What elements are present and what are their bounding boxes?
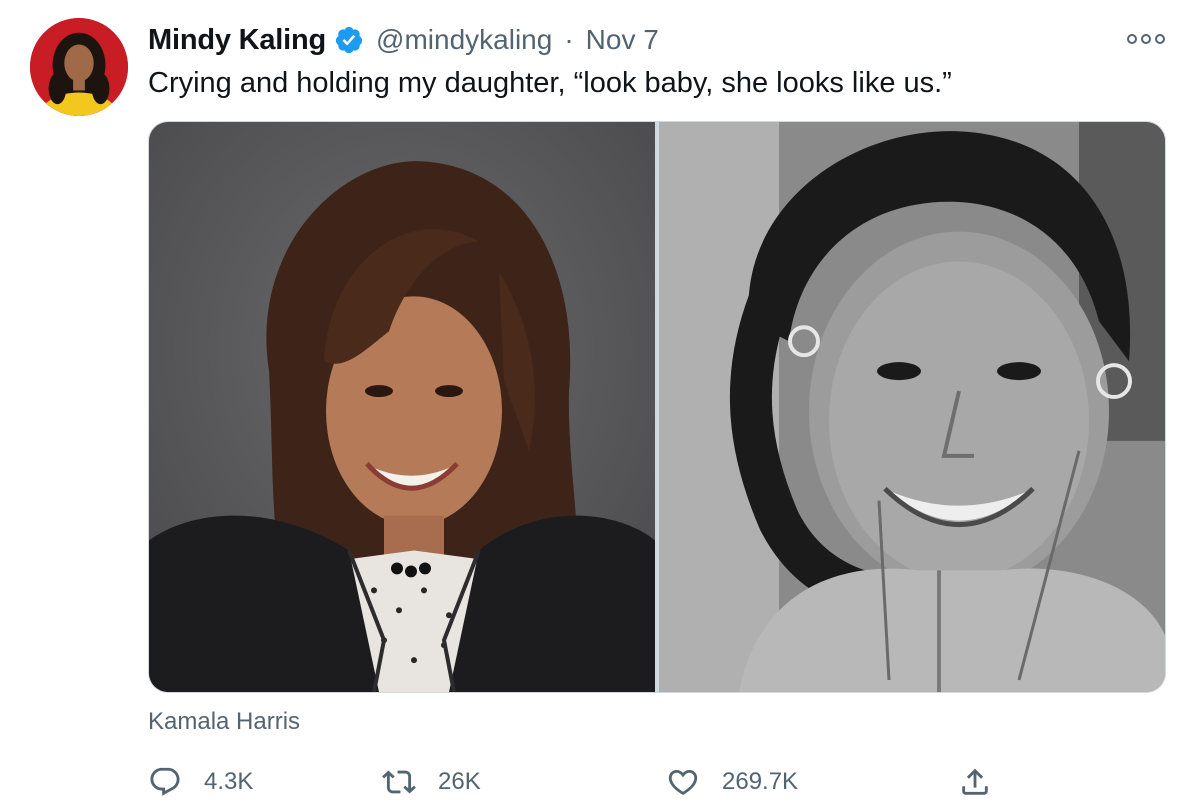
reply-icon <box>150 767 180 796</box>
verified-badge-icon <box>334 25 364 55</box>
portrait-color-photo <box>149 122 655 692</box>
like-count: 269.7K <box>722 768 799 795</box>
media-grid <box>148 121 1166 693</box>
reply-button[interactable]: 4.3K <box>148 762 253 802</box>
heart-icon <box>668 769 698 795</box>
tweet: Mindy Kaling @mindykaling · Nov 7 Crying… <box>0 0 1190 808</box>
photo-left[interactable] <box>149 122 655 692</box>
share-icon <box>962 768 988 795</box>
reply-count: 4.3K <box>204 768 254 795</box>
more-dot <box>1127 34 1137 44</box>
media-caption[interactable]: Kamala Harris <box>148 708 300 736</box>
author-handle[interactable]: @mindykaling <box>376 24 552 56</box>
author-avatar[interactable] <box>30 18 128 116</box>
more-dot <box>1155 34 1165 44</box>
author-display-name[interactable]: Mindy Kaling <box>148 24 326 57</box>
more-options-icon[interactable] <box>1127 29 1165 49</box>
separator-dot: · <box>564 24 574 55</box>
tweet-date[interactable]: Nov 7 <box>586 24 659 56</box>
share-button[interactable] <box>958 762 992 802</box>
tweet-header: Mindy Kaling @mindykaling · Nov 7 <box>148 20 659 60</box>
childhood-bw-photo <box>659 122 1165 692</box>
avatar-image <box>30 18 128 116</box>
more-dot <box>1141 34 1151 44</box>
retweet-button[interactable]: 26K <box>382 762 481 802</box>
photo-right[interactable] <box>659 122 1165 692</box>
retweet-count: 26K <box>438 768 481 795</box>
like-button[interactable]: 269.7K <box>666 762 798 802</box>
tweet-actions: 4.3K 26K 269.7K <box>148 762 1008 802</box>
retweet-icon <box>382 770 416 794</box>
tweet-text: Crying and holding my daughter, “look ba… <box>148 67 952 99</box>
